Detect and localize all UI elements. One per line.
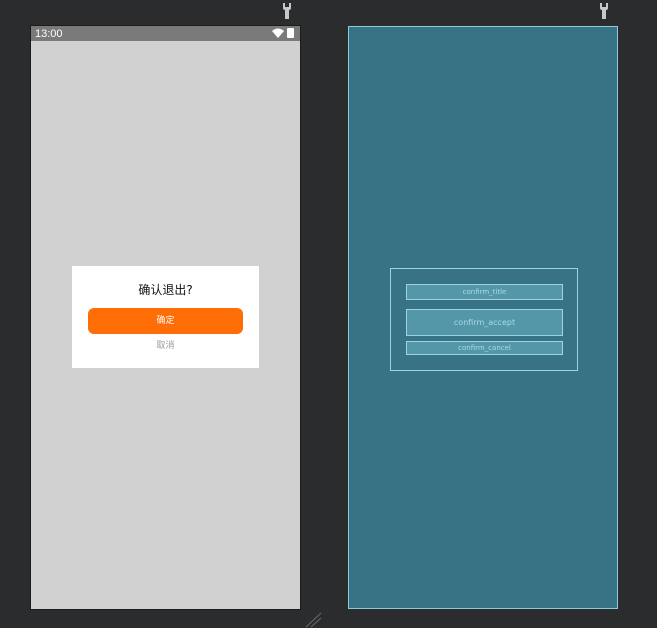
pin-icon[interactable] <box>599 3 609 19</box>
resize-handle-icon[interactable] <box>304 612 322 628</box>
design-preview: 13:00 确认退出? 确定 取消 <box>31 26 300 609</box>
pin-icon[interactable] <box>282 3 292 19</box>
blueprint-confirm-title[interactable]: confirm_title <box>406 284 563 300</box>
confirm-accept-button[interactable]: 确定 <box>88 308 243 334</box>
confirm-cancel-button[interactable]: 取消 <box>88 339 243 353</box>
layout-editor-canvas: 13:00 确认退出? 确定 取消 confirm_title confirm_… <box>0 0 657 628</box>
blueprint-confirm-accept[interactable]: confirm_accept <box>406 309 563 336</box>
blueprint-preview: confirm_title confirm_accept confirm_can… <box>348 26 618 609</box>
wifi-icon <box>272 28 284 38</box>
blueprint-dialog-outline[interactable]: confirm_title confirm_accept confirm_can… <box>390 268 578 371</box>
confirm-title: 确认退出? <box>138 283 193 297</box>
blueprint-confirm-cancel[interactable]: confirm_cancel <box>406 341 563 355</box>
status-time: 13:00 <box>35 28 63 40</box>
battery-icon <box>287 28 294 38</box>
status-bar: 13:00 <box>31 26 300 41</box>
confirm-dialog: 确认退出? 确定 取消 <box>72 266 259 368</box>
